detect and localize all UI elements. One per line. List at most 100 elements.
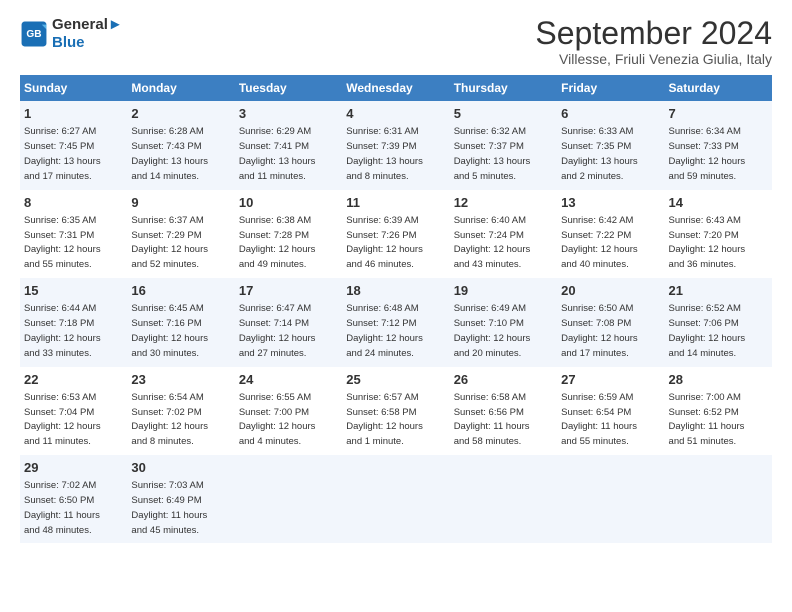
day-cell: 27Sunrise: 6:59 AMSunset: 6:54 PMDayligh… [557,367,664,455]
day-info-line: and 17 minutes. [24,171,92,182]
col-thursday: Thursday [450,75,557,101]
day-info-line: and 33 minutes. [24,348,92,359]
day-info-line: Sunrise: 6:44 AM [24,303,96,314]
day-info-line: Sunset: 7:20 PM [669,230,739,241]
day-cell: 7Sunrise: 6:34 AMSunset: 7:33 PMDaylight… [665,101,772,189]
day-info-line: and 14 minutes. [669,348,737,359]
day-info-line: Sunset: 7:39 PM [346,141,416,152]
day-info-line: and 11 minutes. [239,171,306,182]
day-info-line: and 20 minutes. [454,348,522,359]
day-info-line: and 5 minutes. [454,171,516,182]
day-info-line: Sunrise: 6:54 AM [131,392,203,403]
day-info-line: and 24 minutes. [346,348,414,359]
day-cell: 25 Sunrise: 6:57 AM Sunset: 6:58 PM Dayligh… [342,367,449,455]
day-info-line: Sunrise: 6:40 AM [454,215,526,226]
day-info-line: Daylight: 12 hours [24,244,101,255]
day-info-line: and 58 minutes. [454,436,522,447]
day-info-line: Sunrise: 6:39 AM [346,215,418,226]
day-info-line: Sunset: 7:43 PM [131,141,201,152]
logo-icon: GB [20,20,48,48]
day-cell: 13Sunrise: 6:42 AMSunset: 7:22 PMDayligh… [557,190,664,278]
day-cell: 26Sunrise: 6:58 AMSunset: 6:56 PMDayligh… [450,367,557,455]
col-wednesday: Wednesday [342,75,449,101]
day-info-line: Daylight: 12 hours [669,333,746,344]
day-info-line: Sunrise: 6:35 AM [24,215,96,226]
day-info-line: Sunrise: 6:29 AM [239,126,311,137]
logo: GB General► Blue [20,16,123,52]
day-info-line: Daylight: 13 hours [346,156,423,167]
day-info-line: and 17 minutes. [561,348,629,359]
day-info-line: Sunset: 7:37 PM [454,141,524,152]
day-info-line: Daylight: 12 hours [346,421,423,432]
day-info-line: and 49 minutes. [239,259,307,270]
day-info-line: and 36 minutes. [669,259,737,270]
day-cell: 28Sunrise: 7:00 AMSunset: 6:52 PMDayligh… [665,367,772,455]
day-cell: 1Sunrise: 6:27 AMSunset: 7:45 PMDaylight… [20,101,127,189]
day-number: 10 [239,194,338,212]
day-cell [235,455,342,543]
day-number: 13 [561,194,660,212]
day-info-line: Daylight: 13 hours [239,156,316,167]
col-monday: Monday [127,75,234,101]
day-info-line: Sunrise: 6:38 AM [239,215,311,226]
day-info-line: Sunrise: 6:43 AM [669,215,741,226]
day-info-line: Daylight: 12 hours [346,244,423,255]
day-info-line: and 2 minutes. [561,171,623,182]
day-info-line: Sunset: 7:00 PM [239,407,309,418]
subtitle: Villesse, Friuli Venezia Giulia, Italy [535,51,772,67]
calendar-page: GB General► Blue September 2024 Villesse… [0,0,792,553]
day-info-line: Sunset: 7:08 PM [561,318,631,329]
day-info-line: and 51 minutes. [669,436,737,447]
day-number: 20 [561,282,660,300]
header: GB General► Blue September 2024 Villesse… [20,16,772,67]
day-number: 5 [454,105,553,123]
day-info-line: Sunset: 6:58 PM [346,407,416,418]
day-number: 23 [131,371,230,389]
col-friday: Friday [557,75,664,101]
day-number: 3 [239,105,338,123]
week-row-1: 1Sunrise: 6:27 AMSunset: 7:45 PMDaylight… [20,101,772,189]
day-info-line: Sunrise: 6:28 AM [131,126,203,137]
day-number: 2 [131,105,230,123]
day-cell: 20Sunrise: 6:50 AMSunset: 7:08 PMDayligh… [557,278,664,366]
day-number: 8 [24,194,123,212]
main-title: September 2024 [535,16,772,51]
day-cell: 29Sunrise: 7:02 AMSunset: 6:50 PMDayligh… [20,455,127,543]
day-info-line: Daylight: 12 hours [24,421,101,432]
day-number: 28 [669,371,768,389]
day-cell: 19Sunrise: 6:49 AMSunset: 7:10 PMDayligh… [450,278,557,366]
col-sunday: Sunday [20,75,127,101]
day-number: 25 [346,371,445,389]
day-info-line: Daylight: 12 hours [131,333,208,344]
week-row-5: 29Sunrise: 7:02 AMSunset: 6:50 PMDayligh… [20,455,772,543]
day-info-line: Sunset: 7:41 PM [239,141,309,152]
day-info-line: Daylight: 13 hours [24,156,101,167]
day-number: 12 [454,194,553,212]
day-info-line: Sunrise: 6:31 AM [346,126,418,137]
header-row: Sunday Monday Tuesday Wednesday Thursday… [20,75,772,101]
day-cell: 5 Sunrise: 6:32 AM Sunset: 7:37 PM Daylight… [450,101,557,189]
day-info-line: Daylight: 11 hours [24,510,100,521]
day-info-line: and 4 minutes. [239,436,301,447]
day-info-line: and 43 minutes. [454,259,522,270]
day-info-line: Daylight: 12 hours [239,333,316,344]
day-info-line: and 30 minutes. [131,348,199,359]
day-info-line: and 48 minutes. [24,525,92,536]
day-number: 15 [24,282,123,300]
day-info-line: Sunrise: 6:58 AM [454,392,526,403]
day-info-line: Daylight: 13 hours [454,156,531,167]
day-cell: 21Sunrise: 6:52 AMSunset: 7:06 PMDayligh… [665,278,772,366]
day-info-line: Sunrise: 6:27 AM [24,126,96,137]
day-cell: 22Sunrise: 6:53 AMSunset: 7:04 PMDayligh… [20,367,127,455]
day-cell: 18Sunrise: 6:48 AMSunset: 7:12 PMDayligh… [342,278,449,366]
day-info-line: Daylight: 12 hours [454,244,531,255]
day-info-line: Sunrise: 6:57 AM [346,392,418,403]
day-number: 11 [346,194,445,212]
day-number: 14 [669,194,768,212]
day-info-line: Sunrise: 6:48 AM [346,303,418,314]
day-cell: 16Sunrise: 6:45 AMSunset: 7:16 PMDayligh… [127,278,234,366]
day-info-line: Sunrise: 6:32 AM [454,126,526,137]
day-cell [557,455,664,543]
day-cell: 12Sunrise: 6:40 AMSunset: 7:24 PMDayligh… [450,190,557,278]
day-info-line: Daylight: 12 hours [454,333,531,344]
